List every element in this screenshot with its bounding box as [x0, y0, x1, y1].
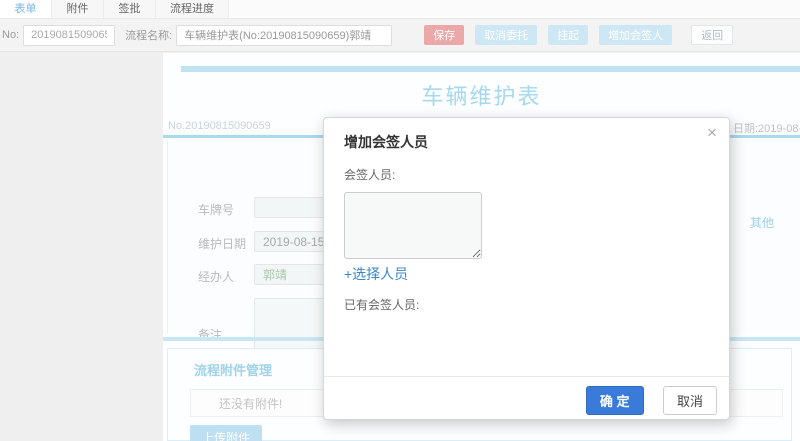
select-personnel-link[interactable]: +选择人员: [344, 264, 408, 284]
field-label-plate: 车牌号: [198, 203, 235, 217]
modal-header: 增加会签人员 ×: [324, 118, 729, 158]
modal-body: 会签人员: +选择人员 已有会签人员:: [324, 158, 729, 313]
other-link[interactable]: 其他: [750, 214, 774, 231]
tab-form[interactable]: 表单: [0, 0, 52, 18]
add-countersigner-modal: 增加会签人员 × 会签人员: +选择人员 已有会签人员: 确 定 取消: [323, 117, 730, 420]
field-label-handler: 经办人: [198, 270, 235, 284]
no-input[interactable]: [23, 24, 116, 46]
cancel-delegate-button[interactable]: 取消委托: [475, 25, 538, 45]
process-name-input[interactable]: [176, 24, 393, 46]
tab-bar: 表单 附件 签批 流程进度: [0, 0, 800, 19]
page-title: 车辆维护表: [421, 84, 542, 109]
modal-footer: 确 定 取消: [324, 376, 729, 419]
add-countersigner-button[interactable]: 增加会签人: [599, 25, 673, 45]
suspend-button[interactable]: 挂起: [548, 25, 589, 45]
upload-attachment-button[interactable]: 上传附件: [190, 425, 263, 441]
card-top-accent-bar: [181, 66, 800, 72]
cancel-button[interactable]: 取消: [662, 386, 717, 415]
back-button[interactable]: 返回: [691, 25, 734, 45]
field-label-maintenance-date: 维护日期: [198, 237, 247, 251]
countersign-personnel-textarea[interactable]: [344, 192, 482, 259]
form-date-text: 日期:2019-08-15: [733, 123, 800, 135]
tab-process-progress[interactable]: 流程进度: [156, 0, 229, 18]
toolbar: No: 流程名称: 保存 取消委托 挂起 增加会签人 返回: [0, 19, 800, 52]
countersign-personnel-label: 会签人员:: [344, 168, 396, 182]
no-label: No:: [2, 29, 20, 41]
modal-title: 增加会签人员: [344, 134, 428, 150]
tab-attachments[interactable]: 附件: [52, 0, 104, 18]
form-number-text: No.20190815090659: [168, 120, 271, 132]
confirm-button[interactable]: 确 定: [585, 386, 644, 415]
app-screen: 表单 附件 签批 流程进度 No: 流程名称: 保存 取消委托 挂起 增加会签人…: [0, 0, 800, 441]
save-button[interactable]: 保存: [424, 25, 465, 45]
process-name-label: 流程名称:: [125, 30, 173, 42]
attachments-section-title: 流程附件管理: [194, 363, 273, 378]
close-icon[interactable]: ×: [707, 124, 717, 141]
existing-countersigners-label: 已有会签人员:: [344, 298, 420, 312]
tab-signoff[interactable]: 签批: [104, 0, 156, 18]
